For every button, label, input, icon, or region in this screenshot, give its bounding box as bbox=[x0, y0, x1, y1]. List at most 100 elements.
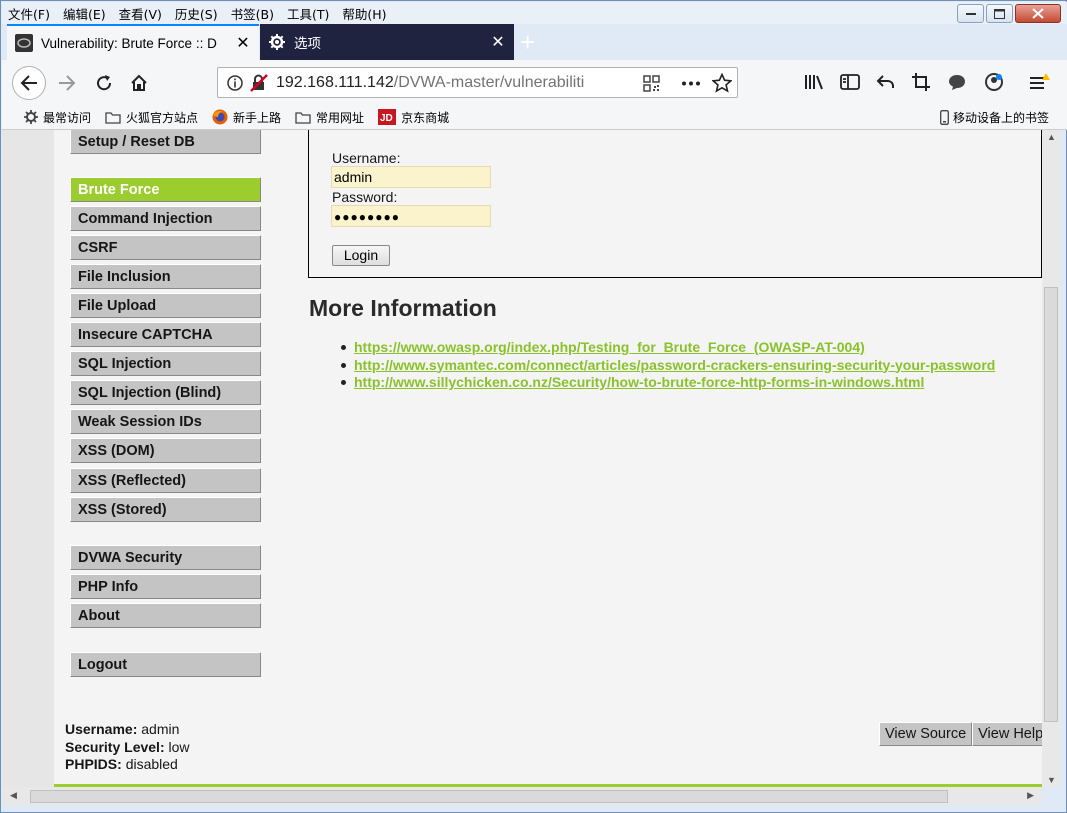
back-button[interactable] bbox=[12, 66, 46, 100]
hamburger-icon bbox=[1030, 73, 1050, 89]
symantec-link[interactable]: http://www.symantec.com/connect/articles… bbox=[354, 357, 995, 373]
menu-edit[interactable]: 编辑(E) bbox=[63, 4, 106, 23]
menu-file[interactable]: 文件(F) bbox=[8, 4, 50, 23]
bookmark-mobile[interactable]: 移动设备上的书签 bbox=[940, 109, 1049, 126]
reload-button[interactable] bbox=[87, 66, 121, 100]
bookmark-common-sites[interactable]: 常用网址 bbox=[295, 109, 364, 126]
sidebar-button[interactable] bbox=[838, 70, 862, 94]
menu-php-info[interactable]: PHP Info bbox=[70, 574, 261, 599]
vertical-scroll-thumb[interactable] bbox=[1044, 287, 1058, 722]
crop-icon bbox=[912, 73, 930, 91]
gear-icon bbox=[24, 110, 38, 124]
menu-tools[interactable]: 工具(T) bbox=[287, 4, 329, 23]
username-info-value: admin bbox=[141, 721, 180, 737]
menu-insecure-captcha[interactable]: Insecure CAPTCHA bbox=[70, 322, 261, 347]
menu-bookmarks[interactable]: 书签(B) bbox=[231, 4, 274, 23]
dvwa-favicon-icon bbox=[15, 34, 33, 52]
menu-csrf[interactable]: CSRF bbox=[70, 235, 261, 260]
hamburger-menu-button[interactable] bbox=[1028, 70, 1052, 94]
username-input[interactable]: admin bbox=[331, 166, 491, 188]
menu-setup-reset-db[interactable]: Setup / Reset DB bbox=[70, 130, 261, 154]
url-text[interactable]: 192.168.111.142/DVWA-master/vulnerabilit… bbox=[276, 74, 616, 92]
bookmark-getting-started[interactable]: 新手上路 bbox=[212, 109, 281, 126]
list-item: https://www.owasp.org/index.php/Testing_… bbox=[339, 339, 995, 357]
undo-button[interactable] bbox=[874, 70, 898, 94]
mobile-device-icon bbox=[940, 110, 949, 125]
forward-arrow-icon bbox=[59, 75, 76, 91]
info-icon[interactable] bbox=[227, 75, 243, 91]
sillychicken-link[interactable]: http://www.sillychicken.co.nz/Security/h… bbox=[354, 374, 924, 390]
view-source-button[interactable]: View Source bbox=[879, 722, 973, 746]
scroll-right-icon[interactable]: ▶ bbox=[1027, 790, 1034, 801]
menu-dvwa-security[interactable]: DVWA Security bbox=[70, 545, 261, 570]
library-button[interactable] bbox=[802, 70, 826, 94]
menu-help[interactable]: 帮助(H) bbox=[342, 4, 386, 23]
account-button[interactable] bbox=[982, 70, 1006, 94]
menu-brute-force[interactable]: Brute Force bbox=[70, 177, 261, 202]
horizontal-scrollbar[interactable]: ◀ ▶ bbox=[2, 787, 1042, 805]
tab-close-icon[interactable]: ✕ bbox=[490, 32, 506, 52]
jd-logo-icon: JD bbox=[378, 109, 397, 125]
home-button[interactable] bbox=[122, 66, 156, 100]
menu-xss-dom[interactable]: XSS (DOM) bbox=[70, 438, 261, 463]
forward-button[interactable] bbox=[50, 66, 84, 100]
menu-sql-injection[interactable]: SQL Injection bbox=[70, 351, 261, 376]
nav-bar: 192.168.111.142/DVWA-master/vulnerabilit… bbox=[2, 60, 1067, 105]
gear-icon bbox=[269, 34, 285, 50]
scroll-down-icon[interactable]: ▼ bbox=[1047, 775, 1056, 785]
menu-sql-injection-blind[interactable]: SQL Injection (Blind) bbox=[70, 380, 261, 405]
firefox-icon bbox=[212, 109, 228, 125]
menu-command-injection[interactable]: Command Injection bbox=[70, 206, 261, 231]
menu-xss-stored[interactable]: XSS (Stored) bbox=[70, 497, 261, 522]
owasp-link[interactable]: https://www.owasp.org/index.php/Testing_… bbox=[354, 339, 865, 355]
menu-xss-reflected[interactable]: XSS (Reflected) bbox=[70, 468, 261, 493]
new-tab-icon[interactable]: + bbox=[520, 27, 535, 58]
scroll-up-icon[interactable]: ▲ bbox=[1047, 132, 1056, 142]
more-actions-icon[interactable] bbox=[682, 81, 700, 86]
maximize-button[interactable] bbox=[986, 4, 1013, 23]
bookmark-star-icon[interactable] bbox=[712, 73, 732, 93]
screenshot-button[interactable] bbox=[909, 70, 933, 94]
chat-button[interactable] bbox=[945, 70, 969, 94]
list-item: http://www.sillychicken.co.nz/Security/h… bbox=[339, 374, 995, 392]
menu-about[interactable]: About bbox=[70, 603, 261, 628]
account-icon bbox=[985, 73, 1003, 91]
user-info: Username: admin Security Level: low PHPI… bbox=[65, 721, 190, 774]
menu-view[interactable]: 查看(V) bbox=[119, 4, 162, 23]
bookmark-most-visited[interactable]: 最常访问 bbox=[24, 109, 91, 126]
phpids-label: PHPIDS: bbox=[65, 756, 122, 772]
insecure-lock-icon[interactable] bbox=[250, 74, 268, 92]
library-icon bbox=[805, 75, 823, 90]
bookmark-label: 常用网址 bbox=[316, 110, 365, 125]
security-level-label: Security Level: bbox=[65, 738, 165, 755]
horizontal-scroll-thumb[interactable] bbox=[30, 790, 948, 803]
tab-options[interactable]: 选项 ✕ bbox=[260, 24, 514, 60]
tab-brute-force[interactable]: Vulnerability: Brute Force :: D ✕ bbox=[7, 24, 259, 60]
tab-close-icon[interactable]: ✕ bbox=[235, 33, 251, 53]
list-item: http://www.symantec.com/connect/articles… bbox=[339, 357, 995, 375]
address-bar[interactable]: 192.168.111.142/DVWA-master/vulnerabilit… bbox=[217, 67, 738, 98]
menu-weak-session-ids[interactable]: Weak Session IDs bbox=[70, 409, 261, 434]
url-path: /DVWA-master/vulnerabiliti bbox=[393, 73, 585, 91]
menu-logout[interactable]: Logout bbox=[70, 652, 261, 677]
menu-history[interactable]: 历史(S) bbox=[175, 4, 218, 23]
login-button[interactable]: Login bbox=[332, 245, 390, 266]
window-close-button[interactable] bbox=[1015, 4, 1061, 23]
menu-file-inclusion[interactable]: File Inclusion bbox=[70, 264, 261, 289]
bookmark-firefox-site[interactable]: 火狐官方站点 bbox=[105, 109, 198, 126]
qr-code-icon[interactable] bbox=[643, 75, 660, 92]
view-help-button[interactable]: View Help bbox=[972, 722, 1042, 746]
folder-icon bbox=[295, 111, 311, 124]
minimize-button[interactable] bbox=[957, 4, 984, 23]
phpids-value: disabled bbox=[125, 756, 178, 772]
menu-file-upload[interactable]: File Upload bbox=[70, 293, 261, 318]
vertical-scrollbar[interactable]: ▲ ▼ bbox=[1042, 130, 1060, 787]
bookmark-jd[interactable]: JD 京东商城 bbox=[378, 109, 449, 126]
scroll-left-icon[interactable]: ◀ bbox=[10, 790, 17, 801]
tab-strip: Vulnerability: Brute Force :: D ✕ 选项 ✕ + bbox=[2, 24, 1067, 60]
bookmark-label: 京东商城 bbox=[401, 110, 450, 125]
password-input[interactable]: ●●●●●●●● bbox=[331, 205, 491, 227]
page-gutter bbox=[2, 130, 54, 787]
reload-icon bbox=[97, 75, 112, 91]
back-arrow-icon bbox=[20, 75, 37, 91]
